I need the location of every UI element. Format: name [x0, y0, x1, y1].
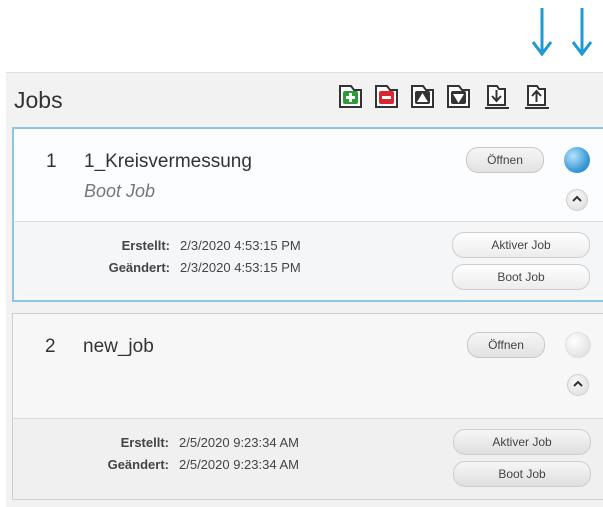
chevron-up-icon: [572, 195, 582, 202]
job-name: new_job: [83, 336, 154, 357]
modified-label: Geändert:: [107, 457, 169, 472]
job-subtitle: Boot Job: [84, 181, 156, 201]
modified-label: Geändert:: [108, 260, 170, 275]
collapse-button[interactable]: [566, 189, 588, 211]
modified-value: 2/5/2020 9:23:34 AM: [179, 457, 299, 472]
open-job-button[interactable]: Öffnen: [467, 332, 545, 358]
export-job-button[interactable]: [522, 81, 552, 111]
download-icon: [485, 85, 509, 109]
job-name: 1_Kreisvermessung: [84, 151, 252, 172]
modified-value: 2/3/2020 4:53:15 PM: [180, 260, 301, 275]
open-job-button[interactable]: Öffnen: [466, 147, 544, 173]
collapse-button[interactable]: [567, 374, 589, 396]
add-job-button[interactable]: [336, 81, 366, 111]
callout-arrow-import: [531, 8, 553, 57]
minus-icon: [375, 85, 398, 108]
created-label: Erstellt:: [120, 435, 169, 450]
import-job-button[interactable]: [482, 81, 512, 111]
panel-title: Jobs: [14, 87, 63, 113]
created-value: 2/3/2020 4:53:15 PM: [180, 238, 301, 253]
set-active-job-button[interactable]: Aktiver Job: [452, 232, 590, 258]
set-boot-job-button[interactable]: Boot Job: [453, 461, 591, 487]
active-status-indicator: [564, 147, 590, 173]
plus-icon: [339, 85, 362, 108]
job-details: Erstellt: 2/3/2020 4:53:15 PM Geändert: …: [14, 221, 603, 300]
chevron-up-icon: [573, 380, 583, 387]
created-label: Erstellt:: [121, 238, 170, 253]
job-card[interactable]: 1 1_Kreisvermessung Boot Job Öffnen Erst…: [12, 127, 603, 302]
job-number: 2: [45, 336, 56, 357]
move-down-button[interactable]: [444, 81, 474, 111]
callout-arrow-export: [571, 8, 593, 57]
jobs-panel: Jobs 1 1_Kreisvermessung Boot Job Öffnen…: [6, 72, 603, 507]
created-value: 2/5/2020 9:23:34 AM: [179, 435, 299, 450]
job-number: 1: [46, 151, 57, 172]
triangle-down-icon: [447, 85, 470, 108]
remove-job-button[interactable]: [372, 81, 402, 111]
job-card[interactable]: 2 new_job Öffnen Erstellt: 2/5/2020 9:23…: [12, 313, 603, 500]
set-boot-job-button[interactable]: Boot Job: [452, 264, 590, 290]
set-active-job-button[interactable]: Aktiver Job: [453, 429, 591, 455]
inactive-status-indicator: [565, 332, 591, 358]
upload-icon: [525, 85, 549, 109]
triangle-up-icon: [411, 85, 434, 108]
job-details: Erstellt: 2/5/2020 9:23:34 AM Geändert: …: [13, 418, 603, 499]
move-up-button[interactable]: [408, 81, 438, 111]
